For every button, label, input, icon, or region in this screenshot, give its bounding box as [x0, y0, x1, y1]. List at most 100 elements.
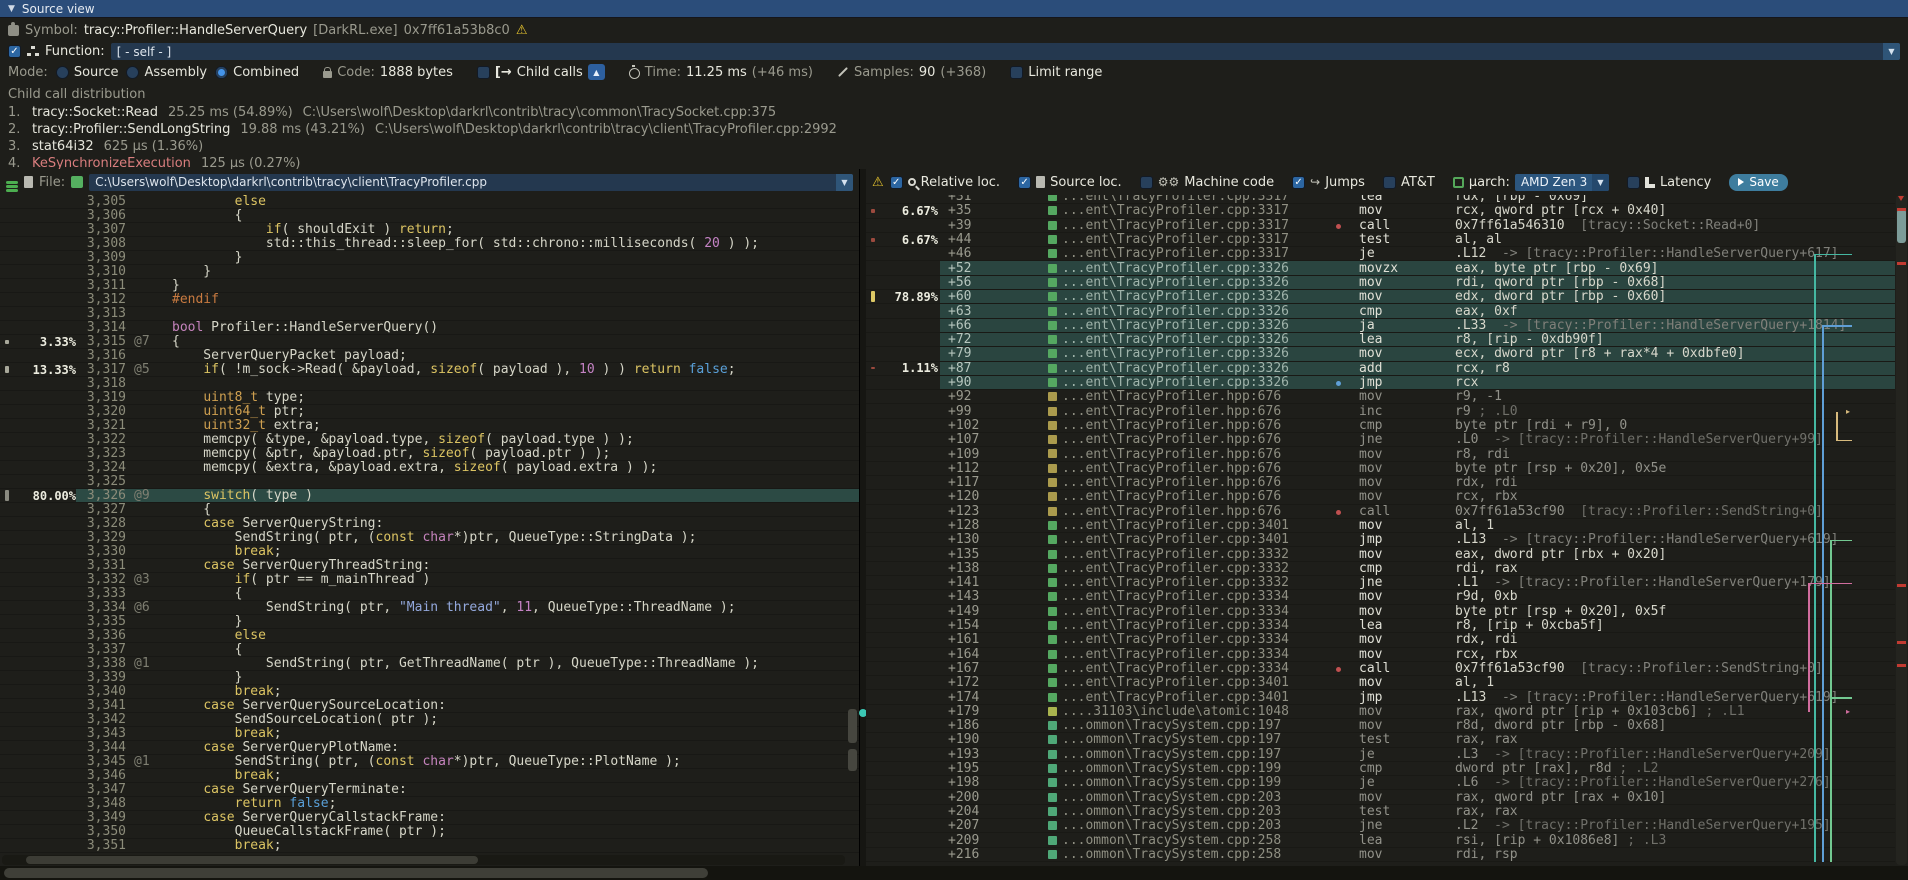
asm-row[interactable]: +179....31103\include\atomic:1048movrax,…: [866, 705, 1895, 719]
asm-source-loc[interactable]: ...ent\TracyProfiler.cpp:3401: [1062, 518, 1295, 533]
asm-row[interactable]: +52...ent\TracyProfiler.cpp:3326movzxeax…: [866, 261, 1895, 275]
database-icon[interactable]: [6, 181, 18, 184]
source-line[interactable]: 3,334@6 SendString( ptr, "Main thread", …: [0, 601, 859, 615]
child-call-row[interactable]: 3.stat64i32625 µs (1.36%): [0, 138, 1908, 155]
asm-source-loc[interactable]: ...ent\TracyProfiler.cpp:3332: [1062, 561, 1295, 576]
source-line[interactable]: 3,312#endif: [0, 293, 859, 307]
source-line[interactable]: 3,338@1 SendString( ptr, GetThreadName( …: [0, 657, 859, 671]
source-line[interactable]: 3,344 case ServerQueryPlotName:: [0, 741, 859, 755]
asm-row[interactable]: +198...ommon\TracySystem.cpp:199je.L6 ->…: [866, 776, 1895, 790]
source-line[interactable]: 3,342 SendSourceLocation( ptr );: [0, 713, 859, 727]
asm-row[interactable]: +90...ent\TracyProfiler.cpp:3326jmprcx: [866, 376, 1895, 390]
asm-row[interactable]: +172...ent\TracyProfiler.cpp:3401moval, …: [866, 676, 1895, 690]
asm-row[interactable]: +135...ent\TracyProfiler.cpp:3332moveax,…: [866, 547, 1895, 561]
child-call-row[interactable]: 2.tracy::Profiler::SendLongString19.88 m…: [0, 121, 1908, 138]
asm-row[interactable]: +193...ommon\TracySystem.cpp:197je.L3 ->…: [866, 748, 1895, 762]
source-line[interactable]: 3,348 return false;: [0, 797, 859, 811]
asm-row[interactable]: 6.67%+44...ent\TracyProfiler.cpp:3317tes…: [866, 233, 1895, 247]
asm-source-loc[interactable]: ...ent\TracyProfiler.cpp:3326: [1062, 375, 1295, 390]
source-line[interactable]: 13.33%3,317@5 if( !m_sock->Read( &payloa…: [0, 363, 859, 377]
asm-source-loc[interactable]: ...ent\TracyProfiler.cpp:3326: [1062, 332, 1295, 347]
source-line[interactable]: 3,329 SendString( ptr, (const char*)ptr,…: [0, 531, 859, 545]
file-combo[interactable]: C:\Users\wolf\Desktop\darkrl\contrib\tra…: [89, 174, 853, 191]
asm-source-loc[interactable]: ...ent\TracyProfiler.hpp:676: [1062, 447, 1295, 462]
asm-row[interactable]: +200...ommon\TracySystem.cpp:203movrax, …: [866, 790, 1895, 804]
asm-source-loc[interactable]: ...ent\TracyProfiler.cpp:3326: [1062, 304, 1295, 319]
asm-source-loc[interactable]: ...ent\TracyProfiler.hpp:676: [1062, 475, 1295, 490]
source-line[interactable]: 3,311}: [0, 279, 859, 293]
source-line[interactable]: 3,328 case ServerQueryString:: [0, 517, 859, 531]
source-line[interactable]: 3,346 break;: [0, 769, 859, 783]
source-line[interactable]: 3,323 memcpy( &ptr, &payload.ptr, sizeof…: [0, 447, 859, 461]
asm-row[interactable]: +123...ent\TracyProfiler.hpp:676call0x7f…: [866, 505, 1895, 519]
assembly-view[interactable]: ▸▸ +31...ent\TracyProfiler.cpp:3317leard…: [866, 195, 1895, 866]
function-checkbox[interactable]: ✓: [8, 45, 21, 58]
asm-row[interactable]: +186...ommon\TracySystem.cpp:197movr8d, …: [866, 719, 1895, 733]
source-line[interactable]: 3,335 }: [0, 615, 859, 629]
source-line[interactable]: 3,345@1 SendString( ptr, (const char*)pt…: [0, 755, 859, 769]
asm-source-loc[interactable]: ...ent\TracyProfiler.cpp:3401: [1062, 675, 1295, 690]
source-vertical-scrollbar-thumb2[interactable]: [848, 749, 857, 771]
asm-row[interactable]: +46...ent\TracyProfiler.cpp:3317je.L12 -…: [866, 247, 1895, 261]
asm-source-loc[interactable]: ...ent\TracyProfiler.hpp:676: [1062, 461, 1295, 476]
jumps-toggle[interactable]: ✓↪Jumps: [1292, 175, 1365, 190]
window-horizontal-scrollbar-thumb[interactable]: [4, 868, 708, 878]
asm-source-loc[interactable]: ...ent\TracyProfiler.cpp:3334: [1062, 618, 1295, 633]
machine-code-toggle[interactable]: ⚙⚙Machine code: [1140, 175, 1274, 190]
child-call-row[interactable]: 1.tracy::Socket::Read25.25 ms (54.89%)C:…: [0, 104, 1908, 121]
source-line[interactable]: 3,340 break;: [0, 685, 859, 699]
asm-source-loc[interactable]: ...ent\TracyProfiler.cpp:3317: [1062, 246, 1295, 261]
asm-row[interactable]: +102...ent\TracyProfiler.hpp:676cmpbyte …: [866, 419, 1895, 433]
source-line[interactable]: 3,324 memcpy( &extra, &payload.extra, si…: [0, 461, 859, 475]
child-calls-checkbox[interactable]: [477, 66, 490, 79]
relative-loc-toggle[interactable]: ✓Relative loc.: [890, 175, 1000, 190]
asm-row[interactable]: +216...ommon\TracySystem.cpp:258movrdi, …: [866, 848, 1895, 862]
asm-row[interactable]: +117...ent\TracyProfiler.hpp:676movrdx, …: [866, 476, 1895, 490]
asm-row[interactable]: +66...ent\TracyProfiler.cpp:3326ja.L33 -…: [866, 319, 1895, 333]
limit-range-checkbox[interactable]: [1010, 66, 1023, 79]
asm-source-loc[interactable]: ...ent\TracyProfiler.cpp:3334: [1062, 661, 1295, 676]
asm-source-loc[interactable]: ...ent\TracyProfiler.hpp:676: [1062, 432, 1295, 447]
asm-row[interactable]: +190...ommon\TracySystem.cpp:197testrax,…: [866, 733, 1895, 747]
asm-row[interactable]: +207...ommon\TracySystem.cpp:203jne.L2 -…: [866, 819, 1895, 833]
asm-row[interactable]: +99...ent\TracyProfiler.hpp:676incr9 ; .…: [866, 404, 1895, 418]
chevron-down-icon[interactable]: ▼: [836, 174, 853, 191]
source-line[interactable]: 3.33%3,315@7{: [0, 335, 859, 349]
assembly-vertical-scrollbar[interactable]: [1896, 195, 1907, 865]
asm-row[interactable]: 6.67%+35...ent\TracyProfiler.cpp:3317mov…: [866, 204, 1895, 218]
asm-source-loc[interactable]: ...ent\TracyProfiler.cpp:3334: [1062, 604, 1295, 619]
source-line[interactable]: 3,314bool Profiler::HandleServerQuery(): [0, 321, 859, 335]
asm-row[interactable]: +92...ent\TracyProfiler.hpp:676movr9, -1: [866, 390, 1895, 404]
source-line[interactable]: 3,306 {: [0, 209, 859, 223]
chevron-down-icon[interactable]: ▼: [1592, 174, 1609, 191]
asm-row[interactable]: +130...ent\TracyProfiler.cpp:3401jmp.L13…: [866, 533, 1895, 547]
asm-row[interactable]: +107...ent\TracyProfiler.hpp:676jne.L0 -…: [866, 433, 1895, 447]
radio-source-icon[interactable]: [56, 66, 69, 79]
asm-source-loc[interactable]: ....31103\include\atomic:1048: [1062, 704, 1295, 719]
asm-row[interactable]: 1.11%+87...ent\TracyProfiler.cpp:3326add…: [866, 362, 1895, 376]
asm-source-loc[interactable]: ...ent\TracyProfiler.hpp:676: [1062, 389, 1295, 404]
source-line[interactable]: 3,322 memcpy( &type, &payload.type, size…: [0, 433, 859, 447]
att-checkbox[interactable]: [1383, 176, 1396, 189]
radio-combined-icon[interactable]: [215, 66, 228, 79]
radio-combined[interactable]: Combined: [215, 65, 299, 80]
asm-source-loc[interactable]: ...ommon\TracySystem.cpp:199: [1062, 775, 1295, 790]
source-line[interactable]: 3,307 if( shouldExit ) return;: [0, 223, 859, 237]
asm-source-loc[interactable]: ...ent\TracyProfiler.cpp:3326: [1062, 318, 1295, 333]
source-line[interactable]: 3,319 uint8_t type;: [0, 391, 859, 405]
radio-assembly-icon[interactable]: [126, 66, 139, 79]
asm-row[interactable]: +161...ent\TracyProfiler.cpp:3334movrdx,…: [866, 633, 1895, 647]
asm-source-loc[interactable]: ...ent\TracyProfiler.cpp:3326: [1062, 361, 1295, 376]
asm-row[interactable]: +56...ent\TracyProfiler.cpp:3326movrdi, …: [866, 276, 1895, 290]
source-line[interactable]: 3,341 case ServerQuerySourceLocation:: [0, 699, 859, 713]
asm-source-loc[interactable]: ...ent\TracyProfiler.cpp:3326: [1062, 261, 1295, 276]
source-code-view[interactable]: 3,305 else3,306 {3,307 if( shouldExit ) …: [0, 195, 859, 854]
asm-row[interactable]: +72...ent\TracyProfiler.cpp:3326lear8, […: [866, 333, 1895, 347]
source-horizontal-scrollbar-thumb[interactable]: [26, 856, 478, 864]
source-line[interactable]: 3,350 QueueCallstackFrame( ptr );: [0, 825, 859, 839]
asm-source-loc[interactable]: ...ommon\TracySystem.cpp:258: [1062, 833, 1295, 848]
asm-source-loc[interactable]: ...ent\TracyProfiler.cpp:3401: [1062, 690, 1295, 705]
att-toggle[interactable]: AT&T: [1383, 175, 1435, 190]
source-horizontal-scrollbar[interactable]: [2, 855, 845, 865]
relative-loc-checkbox[interactable]: ✓: [890, 176, 903, 189]
